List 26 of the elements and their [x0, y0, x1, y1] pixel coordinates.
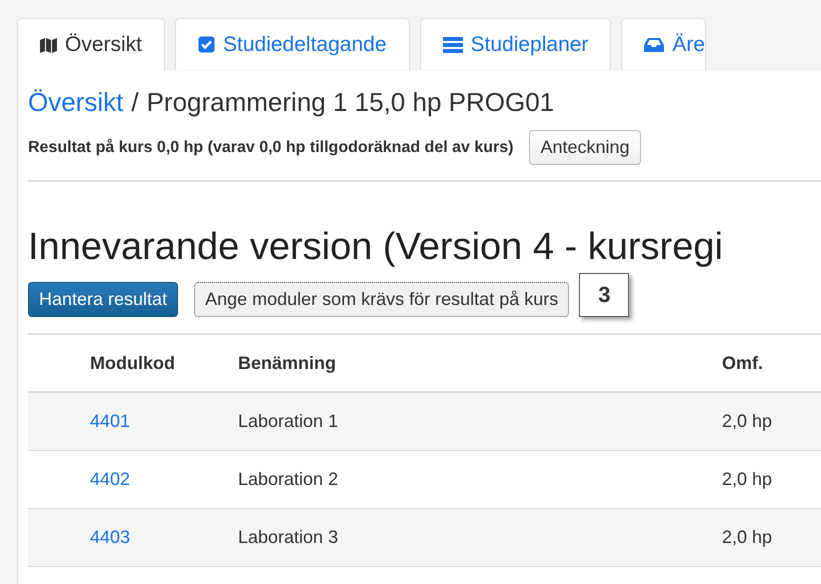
table-cell: 2,0 hp	[722, 411, 772, 431]
step-callout: 3	[579, 273, 630, 317]
module-code-link[interactable]: 4403	[90, 527, 130, 547]
list-icon	[442, 36, 462, 52]
table-cell: 2,0 hp	[722, 469, 772, 489]
table-cell: Laboration 3	[238, 527, 338, 547]
table-cell: Laboration 2	[238, 469, 338, 489]
module-code-link[interactable]: 4401	[90, 411, 130, 431]
tab[interactable]: Studiedeltagande	[175, 18, 410, 70]
note-button[interactable]: Anteckning	[529, 130, 641, 165]
tab[interactable]: Studieplaner	[420, 18, 612, 70]
map-icon	[40, 36, 57, 54]
table-cell: Laboration 1	[238, 411, 338, 431]
module-code-link[interactable]: 4402	[90, 469, 130, 489]
checkbox-icon	[198, 36, 216, 53]
breadcrumb-separator: /	[131, 87, 139, 118]
tab[interactable]: Översikt	[17, 18, 166, 71]
breadcrumb-link[interactable]: Översikt	[28, 87, 124, 118]
result-summary: Resultat på kurs 0,0 hp (varav 0,0 hp tillgodoräknad del av kurs)	[28, 138, 514, 156]
action-button[interactable]: Ange moduler som krävs för resultat på kurs	[194, 282, 570, 316]
table-cell: 2,0 hp	[722, 527, 772, 547]
action-button[interactable]: Hantera resultat	[28, 282, 178, 316]
page-title: Programmering 1 15,0 hp PROG01	[146, 87, 554, 118]
section-heading: Innevarande version (Version 4 - kursregi	[28, 226, 724, 269]
inbox-icon	[644, 36, 664, 52]
tab[interactable]: Äre	[621, 18, 706, 70]
